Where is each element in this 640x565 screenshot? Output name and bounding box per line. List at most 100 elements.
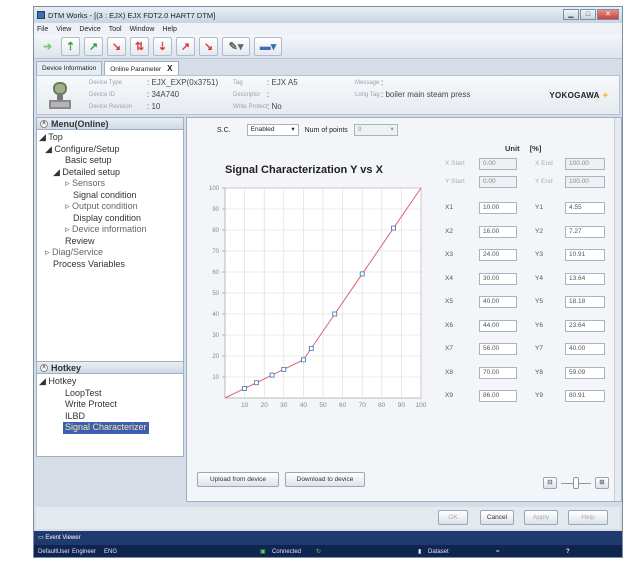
arrow-up-right-icon[interactable]: ↗ <box>176 37 195 56</box>
x-end-field[interactable]: 100.00 <box>565 158 605 170</box>
x1-field[interactable]: 10.00 <box>479 202 517 214</box>
connect-icon[interactable]: ⇡ <box>61 37 80 56</box>
y7-field[interactable]: 40.00 <box>565 343 605 355</box>
collapse-icon[interactable]: ˄ <box>40 119 48 128</box>
help-status-icon: ? <box>566 549 570 555</box>
y2-label: Y2 <box>535 227 543 235</box>
write-protect-value: : No <box>267 102 282 111</box>
tree-item-sensors[interactable]: ▹ Sensors <box>39 178 183 190</box>
tree-item-signal-characterizer[interactable]: Signal Characterizer <box>39 422 183 434</box>
x4-field[interactable]: 30.00 <box>479 272 517 285</box>
menu-view[interactable]: View <box>56 26 71 33</box>
data-point <box>332 311 338 317</box>
y-end-label: Y End <box>535 178 553 185</box>
dtm-works-window: DTM Works - [(3 : EJX) EJX FDT2.0 HART7 … <box>33 6 623 558</box>
tab-close-icon[interactable]: X <box>167 64 172 73</box>
menu-pane-header[interactable]: ˄ Menu(Online) <box>37 118 183 130</box>
help-button[interactable]: Help <box>568 510 608 525</box>
sc-select[interactable]: Enabled ▾ <box>246 124 299 136</box>
x-tick-label: 30 <box>280 402 288 409</box>
close-window-button[interactable]: ✕ <box>597 9 619 20</box>
tree-item-hotkey[interactable]: ◢ Hotkey <box>39 376 183 388</box>
tree-item-basic-setup[interactable]: Basic setup <box>39 155 183 167</box>
back-arrow-icon[interactable]: ➜ <box>38 37 57 56</box>
tree-item-display-condition[interactable]: Display condition <box>39 213 183 225</box>
ok-button[interactable]: OK <box>438 510 468 525</box>
chart-title: Signal Characterization Y vs X <box>225 164 383 176</box>
tree-item-diag-service[interactable]: ▹ Diag/Service <box>39 247 183 259</box>
y-start-field[interactable]: 0.00 <box>479 176 517 188</box>
y8-field[interactable]: 59.09 <box>565 366 605 379</box>
menu-tool[interactable]: Tool <box>109 26 122 33</box>
x9-field[interactable]: 86.00 <box>479 390 517 402</box>
data-point <box>308 345 314 351</box>
y9-field[interactable]: 80.91 <box>565 390 605 402</box>
download-to-device-button[interactable]: Download to device <box>285 472 365 487</box>
x6-field[interactable]: 44.00 <box>479 319 517 332</box>
chevron-down-icon: ▾ <box>291 126 295 133</box>
tree-item-signal-condition[interactable]: Signal condition <box>39 190 183 202</box>
offline-icon[interactable]: ⇣ <box>153 37 172 56</box>
arrow-down-right-icon[interactable]: ↘ <box>199 37 218 56</box>
tree-item-write-protect[interactable]: Write Protect <box>39 399 183 411</box>
upload-from-device-button[interactable]: Upload from device <box>197 472 279 487</box>
zoom-out-icon[interactable]: ⊟ <box>543 477 557 489</box>
x-tick-label: 90 <box>398 402 406 409</box>
num-points-select[interactable]: 9 ▾ <box>353 124 398 136</box>
tree-item-detailed-setup[interactable]: ◢ Detailed setup <box>39 167 183 179</box>
vertical-scrollbar[interactable] <box>614 118 621 501</box>
minimize-button[interactable]: ▁ <box>563 9 579 20</box>
tab-online-parameter[interactable]: Online Parameter X <box>104 61 179 75</box>
menu-help[interactable]: Help <box>162 26 176 33</box>
upload-icon[interactable]: ↗ <box>84 37 103 56</box>
maximize-button[interactable]: □ <box>580 9 596 20</box>
x2-field[interactable]: 16.00 <box>479 225 517 238</box>
x-end-label: X End <box>535 160 553 167</box>
y-tick-label: 30 <box>212 333 219 339</box>
settings-dropdown-icon[interactable]: ✎▾ <box>222 37 250 56</box>
tree-item-review[interactable]: Review <box>39 236 183 248</box>
y2-field[interactable]: 7.27 <box>565 225 605 238</box>
y1-label: Y1 <box>535 204 543 211</box>
x-start-field[interactable]: 0.00 <box>479 158 517 170</box>
menu-device[interactable]: Device <box>79 26 100 33</box>
y6-field[interactable]: 23.64 <box>565 319 605 332</box>
status-connected: Connected <box>272 549 302 555</box>
tab-device-information[interactable]: Device Information <box>36 61 103 75</box>
download-icon[interactable]: ↘ <box>107 37 126 56</box>
device-revision-label: Device Revision <box>89 104 133 110</box>
y-end-field[interactable]: 100.00 <box>565 176 605 188</box>
cancel-button[interactable]: Cancel <box>480 510 514 525</box>
y5-field[interactable]: 18.18 <box>565 296 605 308</box>
apply-button[interactable]: Apply <box>524 510 558 525</box>
online-icon[interactable]: ⇅ <box>130 37 149 56</box>
x8-label: X8 <box>445 368 453 376</box>
tree-item-ilbd[interactable]: ILBD <box>39 411 183 423</box>
y4-label: Y4 <box>535 274 543 282</box>
menu-window[interactable]: Window <box>130 26 155 33</box>
y4-field[interactable]: 13.64 <box>565 272 605 285</box>
event-viewer-bar[interactable]: ▭ Event Viewer <box>34 531 622 545</box>
tree-item-configure-setup[interactable]: ◢ Configure/Setup <box>39 144 183 156</box>
zoom-slider-handle[interactable] <box>573 477 579 489</box>
data-point <box>242 386 247 391</box>
tree-item-output-condition[interactable]: ▹ Output condition <box>39 201 183 213</box>
dialog-button-row: OK Cancel Apply Help <box>36 507 620 529</box>
x3-field[interactable]: 24.00 <box>479 249 517 261</box>
hotkey-pane-header[interactable]: ˄ Hotkey <box>37 362 183 374</box>
tree-item-device-information[interactable]: ▹ Device information <box>39 224 183 236</box>
y1-field[interactable]: 4.55 <box>565 202 605 214</box>
x5-field[interactable]: 40.00 <box>479 296 517 308</box>
y-tick-label: 40 <box>212 312 219 318</box>
menu-file[interactable]: File <box>37 26 48 33</box>
tree-item-process-variables[interactable]: Process Variables <box>39 259 183 271</box>
x7-field[interactable]: 56.00 <box>479 343 517 355</box>
display-dropdown-icon[interactable]: ▬▾ <box>254 37 282 56</box>
zoom-in-icon[interactable]: ⊞ <box>595 477 609 489</box>
tree-item-top[interactable]: ◢ Top <box>39 132 183 144</box>
x8-field[interactable]: 70.00 <box>479 366 517 379</box>
collapse-icon[interactable]: ˄ <box>40 363 48 372</box>
x-tick-label: 20 <box>261 402 269 409</box>
tree-item-looptest[interactable]: LoopTest <box>39 388 183 400</box>
y3-field[interactable]: 10.91 <box>565 249 605 261</box>
